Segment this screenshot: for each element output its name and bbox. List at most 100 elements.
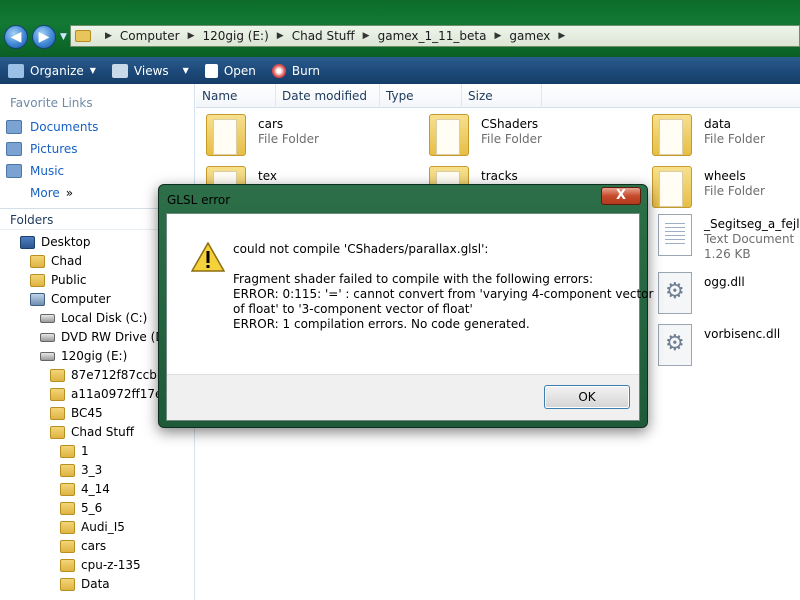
tree-folder-cars[interactable]: cars [60,539,106,553]
tree-120gig[interactable]: 120gig (E:) [40,349,127,363]
tree-label: 3_3 [81,463,103,477]
tree-chad[interactable]: Chad [30,254,82,268]
breadcrumb-gamex[interactable]: gamex [509,29,550,43]
tree-label: 120gig (E:) [61,349,128,363]
folder-icon [75,30,91,42]
tree-label: DVD RW Drive (D:) [61,330,174,344]
folder-icon [652,114,692,156]
tree-folder-1[interactable]: 1 [60,444,89,458]
double-chevron-right-icon: » [65,186,74,200]
column-date-modified[interactable]: Date modified [276,84,380,108]
views-icon [111,63,128,78]
warning-icon [191,242,225,272]
tree-desktop[interactable]: Desktop [20,235,91,249]
tree-label: Public [51,273,87,287]
chevron-right-icon[interactable]: ▶ [495,31,502,41]
folders-label: Folders [10,213,54,227]
file-name: vorbisenc.dll [704,327,781,341]
tree-folder-5-6[interactable]: 5_6 [60,501,102,515]
column-size[interactable]: Size [462,84,542,108]
file-item[interactable]: wheels File Folder [652,166,765,208]
file-item[interactable]: _Segitseg_a_fejlesz Text Document 1.26 K… [652,214,800,262]
tree-folder-cpu-z[interactable]: cpu-z-135 [60,558,141,572]
file-type: File Folder [481,132,542,146]
chevron-right-icon[interactable]: ▶ [558,31,565,41]
tree-folder-3-3[interactable]: 3_3 [60,463,102,477]
tree-label: 4_14 [81,482,110,496]
favorite-pictures[interactable]: Pictures [6,142,78,156]
organize-button[interactable]: Organize ▼ [0,57,104,84]
tree-label: 1 [81,444,89,458]
desktop-icon [20,235,35,249]
favorite-label: Documents [30,120,99,134]
tree-label: BC45 [71,406,103,420]
file-item[interactable]: CShaders File Folder [429,114,542,156]
window-titlebar: ◀ ▶ ▼ ▶ Computer ▶ 120gig (E:) ▶ Chad St… [0,0,800,57]
tree-folder-audi[interactable]: Audi_I5 [60,520,125,534]
favorite-label: More [30,186,60,200]
folder-icon [50,406,65,420]
tree-folder-4-14[interactable]: 4_14 [60,482,110,496]
column-type[interactable]: Type [380,84,462,108]
folder-icon [50,387,65,401]
breadcrumb-drive[interactable]: 120gig (E:) [203,29,269,43]
folder-icon [60,558,75,572]
tree-local-disk[interactable]: Local Disk (C:) [40,311,147,325]
tree-label: Local Disk (C:) [61,311,148,325]
breadcrumb-chad-stuff[interactable]: Chad Stuff [292,29,355,43]
recent-pages-dropdown-icon[interactable]: ▼ [60,32,67,42]
favorite-more[interactable]: More » [30,186,73,200]
tree-label: Chad [51,254,82,268]
column-name[interactable]: Name [196,84,276,108]
chevron-right-icon[interactable]: ▶ [105,31,112,41]
tree-chad-stuff[interactable]: Chad Stuff [50,425,134,439]
dialog-body: could not compile 'CShaders/parallax.gls… [166,213,653,421]
chevron-right-icon[interactable]: ▶ [277,31,284,41]
user-folder-icon [30,254,45,268]
file-name: tracks [481,169,518,183]
chevron-down-icon: ▼ [182,66,189,75]
folder-icon [429,114,469,156]
file-item[interactable]: vorbisenc.dll [652,324,780,366]
hard-drive-icon [40,351,55,361]
file-item[interactable]: ogg.dll [652,272,745,314]
tree-folder-bc45[interactable]: BC45 [50,406,103,420]
favorite-label: Pictures [30,142,78,156]
file-name: data [704,117,732,131]
error-line: ERROR: 1 compilation errors. No code gen… [233,317,530,331]
command-toolbar: Organize ▼ Views ▼ Open Burn [0,57,800,84]
organize-label: Organize [30,63,84,78]
chevron-right-icon[interactable]: ▶ [188,31,195,41]
burn-button[interactable]: Burn [264,57,328,84]
file-item[interactable]: data File Folder [652,114,765,156]
tree-computer[interactable]: Computer [30,292,111,306]
burn-label: Burn [291,63,321,78]
file-name: wheels [704,169,746,183]
tree-dvd-drive[interactable]: DVD RW Drive (D:) [40,330,173,344]
breadcrumb-gamex-beta[interactable]: gamex_1_11_beta [378,29,487,43]
close-button[interactable]: X [601,187,641,205]
favorite-music[interactable]: Music [6,164,64,178]
views-label: Views [133,63,169,78]
folder-icon [60,539,75,553]
favorite-documents[interactable]: Documents [6,120,98,134]
address-bar[interactable]: ▶ Computer ▶ 120gig (E:) ▶ Chad Stuff ▶ … [70,25,800,47]
tree-public[interactable]: Public [30,273,87,287]
file-type: Text Document [704,232,795,246]
views-button[interactable]: Views ▼ [104,57,197,84]
error-message: Fragment shader failed to compile with t… [233,272,653,332]
text-document-icon [658,214,692,256]
favorite-label: Music [30,164,65,178]
glsl-error-dialog: GLSL error X could not compile 'CShaders… [158,184,653,428]
tree-folder-data[interactable]: Data [60,577,110,591]
open-button[interactable]: Open [197,57,264,84]
file-item[interactable]: cars File Folder [206,114,319,156]
folder-icon [60,577,75,591]
back-button[interactable]: ◀ [4,25,28,49]
forward-button[interactable]: ▶ [32,25,56,49]
breadcrumb-computer[interactable]: Computer [120,29,180,43]
dialog-footer: OK [167,374,639,420]
chevron-right-icon[interactable]: ▶ [363,31,370,41]
file-type: File Folder [258,132,319,146]
ok-button[interactable]: OK [544,385,630,409]
